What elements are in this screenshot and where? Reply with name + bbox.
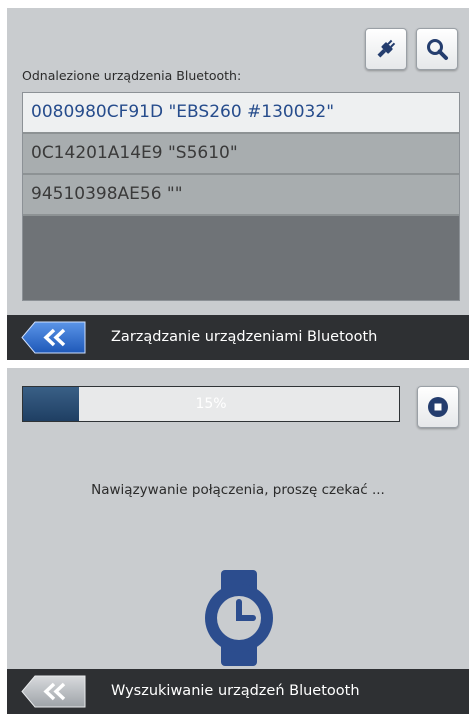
watch-icon (205, 570, 273, 666)
progress-text: 15% (195, 396, 227, 412)
connection-panel: 15% Nawiązywanie połączenia, proszę czek… (7, 368, 469, 714)
back-button[interactable] (21, 321, 87, 354)
bar-title: Wyszukiwanie urządzeń Bluetooth (111, 683, 360, 699)
device-list-item[interactable]: 94510398AE56 "" (23, 175, 459, 216)
device-list-item[interactable]: 0080980CF91D "EBS260 #130032" (23, 93, 459, 134)
search-button[interactable] (416, 28, 458, 70)
double-chevron-left-icon (21, 321, 86, 354)
plug-icon (377, 39, 396, 58)
stop-button[interactable] (417, 386, 459, 428)
device-list-item[interactable]: 0C14201A14E9 "S5610" (23, 134, 459, 175)
status-message: Nawiązywanie połączenia, proszę czekać .… (91, 482, 385, 498)
connect-button[interactable] (365, 28, 407, 70)
device-list: 0080980CF91D "EBS260 #130032" 0C14201A14… (22, 92, 460, 301)
stop-icon (428, 397, 448, 417)
bar-title: Zarządzanie urządzeniami Bluetooth (111, 329, 378, 345)
back-button[interactable] (21, 675, 87, 708)
found-devices-label: Odnalezione urządzenia Bluetooth: (22, 68, 242, 83)
device-management-panel: Odnalezione urządzenia Bluetooth: 008098… (7, 8, 469, 360)
bottom-bar: Zarządzanie urządzeniami Bluetooth (7, 315, 469, 360)
progress-bar: 15% (22, 386, 400, 422)
double-chevron-left-icon (21, 675, 86, 708)
bottom-bar: Wyszukiwanie urządzeń Bluetooth (7, 669, 469, 714)
search-icon (427, 39, 448, 60)
